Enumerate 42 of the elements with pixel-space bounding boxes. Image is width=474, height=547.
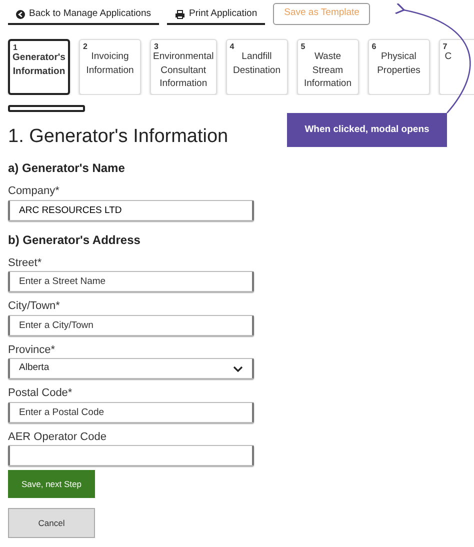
step-number: 3 — [154, 41, 158, 52]
step-label: Landfill Destination — [232, 51, 280, 76]
step-label: Invoicing Information — [86, 51, 134, 76]
field-label: Postal Code* — [8, 386, 74, 402]
step-number: 1 — [13, 42, 18, 53]
step-number: 7 — [442, 41, 448, 52]
input-field[interactable]: Enter a Postal Code — [8, 402, 254, 423]
page-title: 1. Generator's Information — [8, 126, 228, 150]
input-field[interactable]: Enter a Street Name — [8, 271, 254, 292]
step-number: 6 — [372, 41, 376, 52]
field-label: Street* — [8, 256, 43, 271]
step-number: 2 — [83, 41, 88, 52]
step-tab[interactable]: 6 Physical Properties — [368, 39, 430, 96]
step-number: 4 — [230, 41, 234, 52]
field-label: Province* — [8, 342, 56, 358]
printer-icon — [175, 10, 185, 19]
field-label: AER Operator Code — [8, 430, 108, 445]
step-tab[interactable]: 3 Environmental Consultant Information — [150, 39, 217, 96]
save-next-button[interactable]: Save, next Step — [8, 470, 95, 498]
input-field[interactable]: Enter a City/Town — [8, 314, 254, 336]
input-field[interactable] — [8, 445, 254, 466]
cancel-button[interactable]: Cancel — [8, 508, 95, 538]
step-label: Generator's Information — [12, 52, 66, 77]
step-tab[interactable]: 2 Invoicing Information — [79, 39, 141, 96]
step-label: C — [444, 51, 452, 62]
step-tab[interactable]: 5 Waste Stream Information — [296, 39, 359, 96]
step-label: Physical Properties — [377, 51, 420, 76]
section-heading: a) Generator's Name — [8, 160, 126, 178]
select-field[interactable]: Alberta — [8, 358, 254, 380]
section-heading: b) Generator's Address — [8, 232, 142, 249]
field-label: City/Town* — [8, 299, 61, 314]
step-tab[interactable]: 1 Generator's Information — [8, 39, 70, 96]
step-label: Environmental Consultant Information — [153, 51, 214, 89]
step-number: 5 — [300, 41, 306, 52]
annotation-note: When clicked, modal opens — [287, 113, 447, 147]
back-arrow-icon — [16, 10, 25, 19]
chevron-down-icon — [233, 366, 243, 372]
field-label: Company* — [8, 184, 60, 200]
step-tab[interactable]: 4 Landfill Destination — [226, 39, 288, 96]
input-field[interactable]: ARC RESOURCES LTD — [8, 200, 254, 221]
step-tab[interactable]: 7 C — [438, 39, 474, 96]
step-label: Waste Stream Information — [304, 51, 352, 89]
